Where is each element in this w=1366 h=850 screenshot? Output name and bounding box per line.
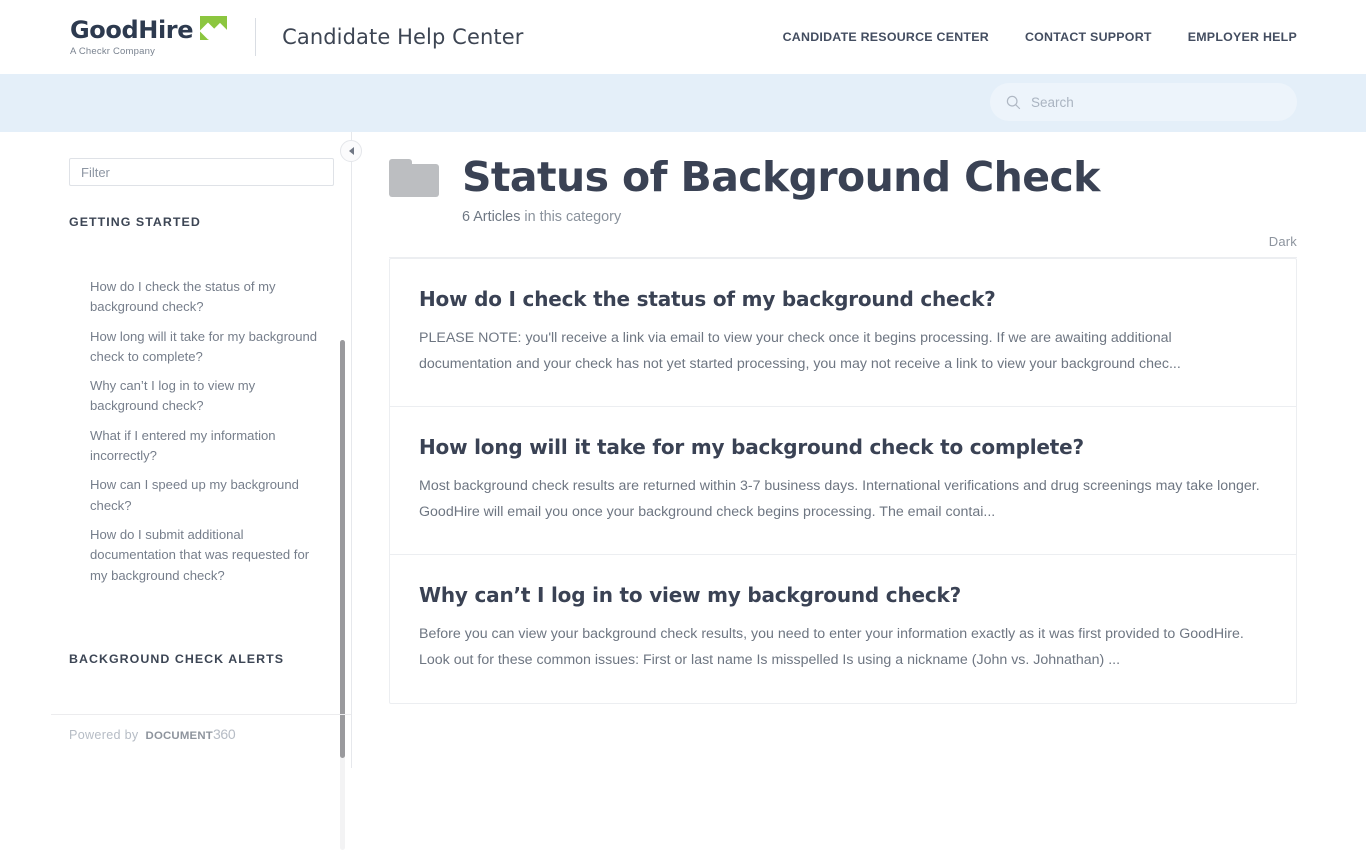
goodhire-logo: GoodHire A Checkr Company [70,15,228,57]
category-header: Status of Background Check 6 Articles in… [389,132,1297,259]
brand-divider [255,18,257,56]
sidebar-group-getting-started[interactable]: GETTING STARTED [69,215,331,229]
search-input[interactable] [1031,94,1271,110]
search-icon [1006,95,1021,110]
sidebar-item-check-status[interactable]: How do I check the status of my backgrou… [69,277,321,318]
search-box[interactable] [990,83,1297,121]
sidebar-scrollbar-track[interactable] [340,340,345,850]
sidebar-item-speed-up[interactable]: How can I speed up my background check? [69,475,321,516]
article-excerpt: PLEASE NOTE: you'll receive a link via e… [419,330,1181,372]
article-excerpt: Before you can view your background chec… [419,626,1244,669]
sidebar-collapse-button[interactable] [340,140,362,162]
category-title: Status of Background Check [462,153,1100,201]
search-band [0,74,1366,132]
sidebar-group-background-check-alerts[interactable]: BACKGROUND CHECK ALERTS [69,652,331,666]
sidebar: GETTING STARTED How do I check the statu… [51,132,362,850]
document360-number: 360 [212,726,236,742]
sidebar-scrollbar-thumb[interactable] [340,340,345,758]
article-excerpt: Most background check results are return… [419,478,1260,520]
article-card[interactable]: How long will it take for my background … [390,407,1296,556]
nav-employer-help[interactable]: EMPLOYER HELP [1188,30,1297,44]
filter-input[interactable] [69,158,334,186]
article-title[interactable]: Why can’t I log in to view my background… [419,583,1267,607]
sidebar-item-entered-incorrectly[interactable]: What if I entered my information incorre… [69,426,321,467]
site-header: GoodHire A Checkr Company Candidate Help… [0,0,1366,74]
top-navigation: CANDIDATE RESOURCE CENTER CONTACT SUPPOR… [783,30,1297,44]
sidebar-item-list: How do I check the status of my backgrou… [69,277,331,586]
article-count-suffix: in this category [520,209,622,226]
theme-toggle[interactable]: Dark [1269,234,1297,249]
document360-logo[interactable]: DOCUMENT360 [146,726,236,742]
theme-toggle-row: Dark [389,225,1297,257]
logo-tagline: A Checkr Company [70,45,156,57]
article-list: How do I check the status of my backgrou… [389,258,1297,704]
sidebar-item-submit-documentation[interactable]: How do I submit additional documentation… [69,525,321,586]
category-title-row: Status of Background Check [389,153,1297,201]
powered-by-label: Powered by [69,728,139,742]
sidebar-filter-wrap [51,132,351,186]
nav-contact-support[interactable]: CONTACT SUPPORT [1025,30,1152,44]
nav-candidate-resource-center[interactable]: CANDIDATE RESOURCE CENTER [783,30,989,44]
document360-word: DOCUMENT [145,730,213,742]
folder-icon [389,158,439,197]
article-title[interactable]: How long will it take for my background … [419,435,1267,459]
page-title: Candidate Help Center [282,25,524,49]
main-content: Status of Background Check 6 Articles in… [352,132,1366,768]
article-card[interactable]: How do I check the status of my backgrou… [390,259,1296,408]
logo-wordmark: GoodHire [70,15,194,44]
article-count-value: 6 Articles [462,209,521,226]
article-title[interactable]: How do I check the status of my backgrou… [419,287,1267,311]
brand-logo[interactable]: GoodHire A Checkr Company Candidate Help… [70,15,524,57]
sidebar-item-cant-log-in[interactable]: Why can’t I log in to view my background… [69,376,321,417]
category-article-count: 6 Articles in this category [462,209,1297,225]
powered-by-footer: Powered by DOCUMENT360 [51,714,351,742]
sidebar-nav-scroll[interactable]: GETTING STARTED How do I check the statu… [51,202,351,707]
checkmark-icon [200,15,228,40]
chevron-left-icon [348,147,354,155]
sidebar-item-how-long[interactable]: How long will it take for my background … [69,327,321,368]
article-card[interactable]: Why can’t I log in to view my background… [390,555,1296,702]
